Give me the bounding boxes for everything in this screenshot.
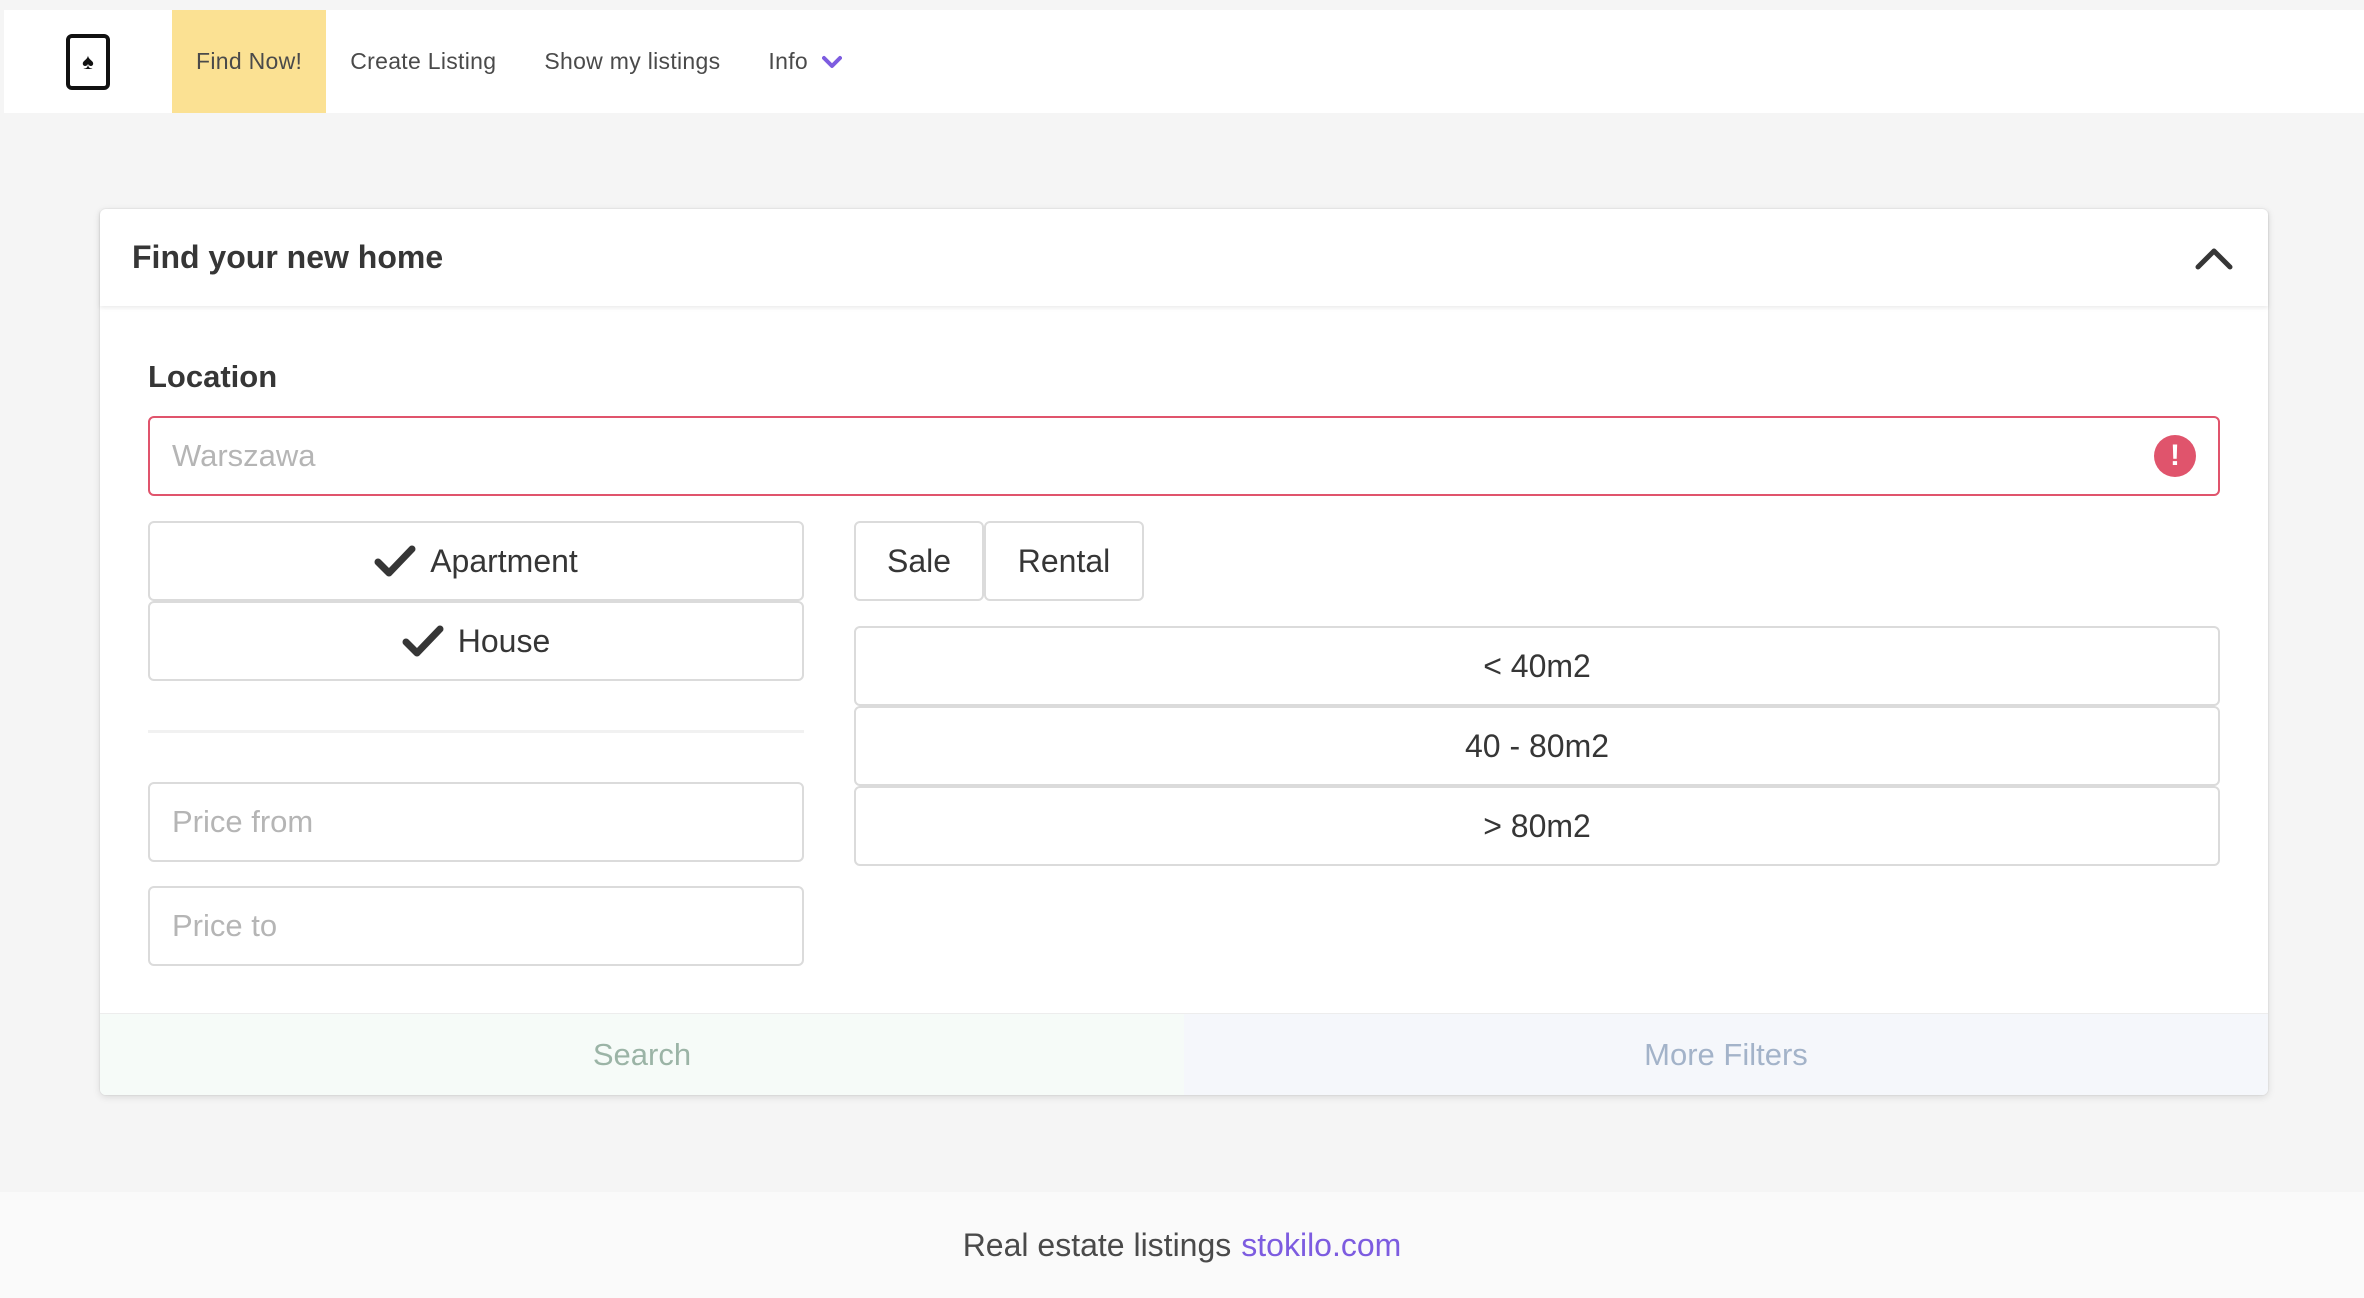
brand[interactable]: ♠ (4, 10, 172, 113)
nav-create-listing-label: Create Listing (350, 48, 497, 74)
apartment-label: Apartment (430, 542, 578, 579)
card-title: Find your new home (132, 239, 444, 275)
nav-find-now-label: Find Now! (196, 48, 303, 74)
location-field[interactable]: ! (148, 416, 2220, 496)
card-footer: Search More Filters (100, 1013, 2268, 1095)
chevron-up-icon[interactable] (2192, 236, 2236, 280)
sale-button[interactable]: Sale (854, 521, 984, 601)
exclamation-circle-icon: ! (2154, 435, 2196, 477)
nav-show-my-listings-label: Show my listings (544, 48, 721, 74)
location-label: Location (148, 359, 278, 394)
search-button[interactable]: Search (100, 1014, 1184, 1095)
house-label: House (457, 622, 551, 659)
top-strip (0, 0, 2364, 10)
rental-label: Rental (1017, 542, 1111, 579)
nav-find-now[interactable]: Find Now! (172, 10, 327, 113)
nav-create-listing[interactable]: Create Listing (326, 10, 520, 113)
area-40-80-button[interactable]: 40 - 80m2 (854, 706, 2220, 786)
footer-link[interactable]: stokilo.com (1241, 1227, 1401, 1264)
area-over-80-button[interactable]: > 80m2 (854, 786, 2220, 866)
page-footer: Real estate listings stokilo.com (0, 1192, 2364, 1298)
house-toggle-button[interactable]: House (148, 601, 804, 681)
checkmark-icon (402, 624, 444, 658)
chevron-down-icon (822, 55, 842, 69)
search-card: Find your new home Location ! Apartment … (100, 209, 2268, 1095)
navbar: ♠ Find Now! Create Listing Show my listi… (4, 10, 2364, 113)
checkmark-icon (374, 544, 416, 578)
area-over-80-label: > 80m2 (1483, 807, 1591, 844)
nav-info-dropdown[interactable]: Info (744, 10, 866, 113)
footer-text: Real estate listings (962, 1226, 1232, 1263)
area-40-80-label: 40 - 80m2 (1464, 727, 1610, 764)
card-header[interactable]: Find your new home (100, 209, 2268, 306)
nav-info-label: Info (768, 48, 808, 74)
more-filters-button[interactable]: More Filters (1184, 1014, 2268, 1095)
apartment-toggle-button[interactable]: Apartment (148, 521, 804, 601)
spade-card-icon[interactable]: ♠ (66, 33, 110, 90)
rental-button[interactable]: Rental (984, 521, 1144, 601)
area-under-40-button[interactable]: < 40m2 (854, 626, 2220, 706)
price-from-input[interactable] (172, 804, 780, 840)
sale-label: Sale (886, 542, 952, 579)
location-input[interactable] (172, 438, 2154, 474)
search-label: Search (592, 1036, 692, 1072)
price-from-field[interactable] (148, 782, 804, 862)
divider (148, 730, 804, 733)
nav-show-my-listings[interactable]: Show my listings (520, 10, 744, 113)
more-filters-label: More Filters (1644, 1036, 1808, 1072)
price-to-input[interactable] (172, 908, 780, 944)
price-to-field[interactable] (148, 886, 804, 966)
area-under-40-label: < 40m2 (1483, 647, 1591, 684)
